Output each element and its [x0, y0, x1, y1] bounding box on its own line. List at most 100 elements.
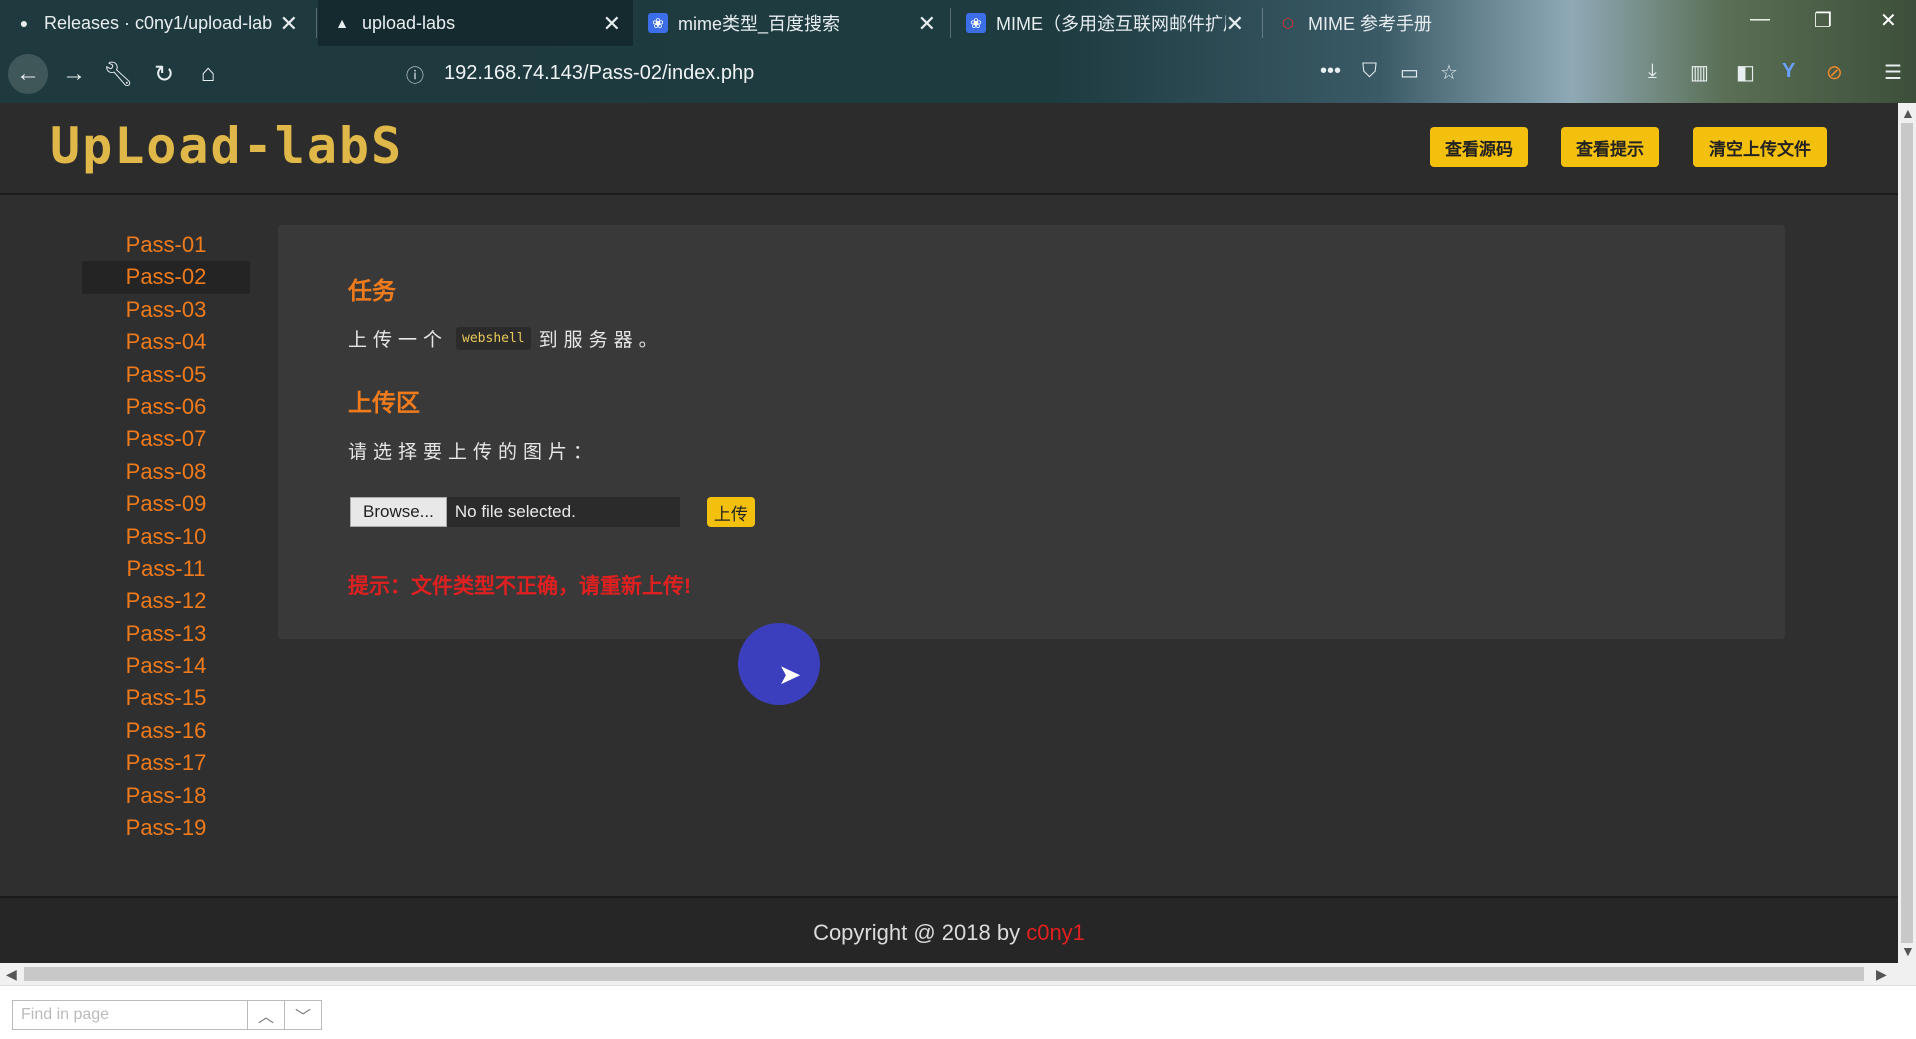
task-code: webshell	[456, 327, 531, 350]
site-footer: Copyright @ 2018 by c0ny1	[0, 896, 1898, 963]
find-next-button[interactable]: ﹀	[284, 1000, 322, 1030]
menu-icon[interactable]: ☰	[1884, 60, 1902, 85]
scroll-thumb[interactable]	[1901, 123, 1913, 943]
tab-mime-baike[interactable]: ❀ MIME（多用途互联网邮件扩展 ✕	[952, 0, 1256, 46]
tab-title: upload-labs	[362, 12, 456, 33]
sidebar-item-pass-12[interactable]: Pass-12	[82, 585, 250, 617]
copyright-text: Copyright @ 2018 by	[813, 920, 1021, 945]
baidu-paw-icon: ❀	[648, 13, 668, 33]
scroll-right-icon[interactable]: ▶	[1876, 966, 1887, 983]
sidebar-item-pass-11[interactable]: Pass-11	[82, 553, 250, 585]
sidebar-item-pass-08[interactable]: Pass-08	[82, 456, 250, 488]
browser-chrome: ● Releases · c0ny1/upload-lab ✕ ▲ upload…	[0, 0, 1916, 103]
tab-mime-reference[interactable]: ⬡ MIME 参考手册	[1264, 0, 1564, 46]
main-panel: 任务 上传一个 webshell 到服务器。 上传区 请选择要上传的图片： Br…	[278, 225, 1785, 639]
wrench-icon[interactable]: 🔧︎	[100, 56, 136, 92]
task-heading: 任务	[348, 278, 396, 305]
sidebar-item-pass-09[interactable]: Pass-09	[82, 488, 250, 520]
info-icon[interactable]: ⓘ	[406, 62, 424, 88]
sidebar-item-pass-16[interactable]: Pass-16	[82, 715, 250, 747]
chevron-down-icon: ﹀	[294, 1009, 311, 1026]
tab-title: MIME 参考手册	[1308, 14, 1432, 34]
sidebar-item-pass-13[interactable]: Pass-13	[82, 618, 250, 650]
extension-y-icon[interactable]: Y	[1782, 60, 1795, 83]
sidebar-item-pass-04[interactable]: Pass-04	[82, 326, 250, 358]
close-window-icon[interactable]: ✕	[1880, 8, 1897, 33]
sidebar-item-pass-06[interactable]: Pass-06	[82, 391, 250, 423]
close-icon[interactable]: ✕	[603, 11, 621, 37]
home-icon[interactable]: ⌂	[190, 56, 226, 92]
clear-uploads-button[interactable]: 清空上传文件	[1693, 127, 1827, 167]
site-logo[interactable]: UpLoad-labS	[50, 117, 403, 175]
scroll-left-icon[interactable]: ◀	[6, 966, 17, 983]
upload-button[interactable]: 上传	[706, 497, 755, 527]
library-icon[interactable]: ▥	[1690, 60, 1709, 85]
sidebar-item-pass-01[interactable]: Pass-01	[82, 229, 250, 261]
browse-button[interactable]: Browse...	[350, 497, 447, 527]
close-icon[interactable]: ✕	[280, 11, 298, 37]
url-field[interactable]: 192.168.74.143/Pass-02/index.php	[444, 62, 754, 85]
tab-title: MIME（多用途互联网邮件扩展	[996, 14, 1226, 34]
tab-title: Releases · c0ny1/upload-lab	[44, 12, 273, 33]
sidebar-item-pass-15[interactable]: Pass-15	[82, 682, 250, 714]
reload-icon[interactable]: ↻	[146, 56, 182, 92]
chevron-up-icon: ︿	[257, 1009, 274, 1026]
tab-bar: ● Releases · c0ny1/upload-lab ✕ ▲ upload…	[0, 0, 1916, 46]
nav-bar: ← → 🔧︎ ↻ ⌂ ⓘ 192.168.74.143/Pass-02/inde…	[0, 48, 1916, 100]
tab-title: mime类型_百度搜索	[678, 14, 841, 34]
sidebar-item-pass-19[interactable]: Pass-19	[82, 812, 250, 844]
tab-upload-labs[interactable]: ▲ upload-labs ✕	[318, 0, 633, 46]
bookmark-star-icon[interactable]: ☆	[1440, 60, 1458, 85]
sidebar-item-pass-10[interactable]: Pass-10	[82, 521, 250, 553]
find-input[interactable]: Find in page	[12, 1000, 248, 1030]
github-icon: ●	[19, 15, 29, 31]
pass-sidebar: Pass-01 Pass-02 Pass-03 Pass-04 Pass-05 …	[82, 229, 250, 844]
back-icon[interactable]: ←	[8, 54, 48, 94]
extension-block-icon[interactable]: ⊘	[1826, 60, 1843, 85]
download-icon[interactable]: ⤓	[1648, 60, 1657, 83]
sidebar-item-pass-03[interactable]: Pass-03	[82, 294, 250, 326]
task-text-after: 到服务器。	[538, 330, 664, 351]
view-source-button[interactable]: 查看源码	[1430, 127, 1528, 167]
screenshot-icon[interactable]: ▭	[1400, 60, 1419, 85]
upload-heading: 上传区	[348, 390, 420, 417]
sidebar-item-pass-18[interactable]: Pass-18	[82, 780, 250, 812]
sidebar-item-pass-05[interactable]: Pass-05	[82, 359, 250, 391]
scroll-down-icon[interactable]: ▼	[1901, 943, 1915, 959]
error-message: 提示：文件类型不正确，请重新上传!	[348, 575, 691, 598]
sidebar-item-pass-02[interactable]: Pass-02	[82, 261, 250, 294]
horizontal-scrollbar[interactable]: ◀ ▶	[0, 963, 1916, 985]
restore-icon[interactable]: ❐	[1814, 8, 1832, 33]
scroll-up-icon[interactable]: ▲	[1901, 105, 1915, 121]
task-description: 上传一个 webshell 到服务器。	[348, 325, 664, 352]
tab-mime-baidu[interactable]: ❀ mime类型_百度搜索 ✕	[634, 0, 948, 46]
author-link[interactable]: c0ny1	[1026, 920, 1085, 945]
vertical-scrollbar[interactable]: ▲ ▼	[1898, 103, 1916, 963]
w3school-icon: ⬡	[1281, 14, 1295, 31]
tab-releases[interactable]: ● Releases · c0ny1/upload-lab ✕	[0, 0, 310, 46]
file-status: No file selected.	[446, 497, 680, 527]
sidebar-item-pass-14[interactable]: Pass-14	[82, 650, 250, 682]
close-icon[interactable]: ✕	[1226, 11, 1244, 37]
select-label: 请选择要上传的图片：	[348, 442, 599, 463]
find-bar: Find in page ︿ ﹀	[0, 985, 1916, 1039]
copyright: Copyright @ 2018 by c0ny1	[0, 920, 1898, 946]
site-header: UpLoad-labS 查看源码 查看提示 清空上传文件	[0, 103, 1898, 195]
sidebar-toggle-icon[interactable]: ◧	[1736, 60, 1755, 85]
more-icon[interactable]: •••	[1320, 60, 1341, 83]
sidebar-item-pass-17[interactable]: Pass-17	[82, 747, 250, 779]
task-text-before: 上传一个	[348, 330, 449, 351]
sidebar-item-pass-07[interactable]: Pass-07	[82, 423, 250, 455]
minimize-icon[interactable]: —	[1750, 8, 1770, 31]
mouse-cursor-icon: ➤	[778, 659, 802, 690]
baidu-paw-icon: ❀	[966, 13, 986, 33]
forward-icon[interactable]: →	[56, 56, 92, 92]
pocket-icon[interactable]: ⛉	[1362, 60, 1377, 83]
page: UpLoad-labS 查看源码 查看提示 清空上传文件 Pass-01 Pas…	[0, 103, 1898, 963]
file-upload-row: Browse... No file selected. 上传	[350, 497, 755, 527]
find-previous-button[interactable]: ︿	[247, 1000, 285, 1030]
scroll-thumb[interactable]	[24, 967, 1864, 981]
close-icon[interactable]: ✕	[918, 11, 936, 37]
view-hint-button[interactable]: 查看提示	[1561, 127, 1659, 167]
site-icon: ▲	[335, 15, 349, 31]
